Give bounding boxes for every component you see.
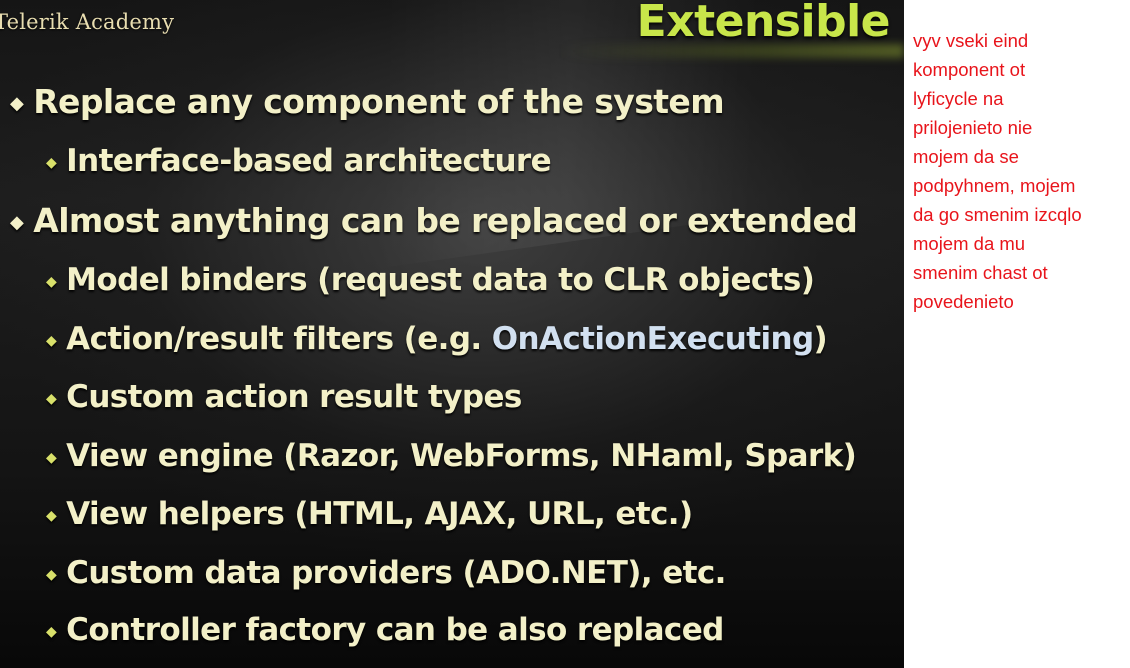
diamond-bullet-icon: ◆	[46, 623, 57, 640]
highlighted-code-text: OnActionExecuting	[491, 321, 814, 357]
sub-bullet-item: ◆ Model binders (request data to CLR obje…	[46, 262, 815, 298]
diamond-bullet-icon: ◆	[46, 273, 57, 290]
speaker-note: vyv vseki eind komponent ot lyficycle na…	[913, 26, 1125, 316]
page: Telerik Academy Extensible ◆ Replace any …	[0, 0, 1130, 668]
sub-bullet-item: ◆ View engine (Razor, WebForms, NHaml, Sp…	[46, 438, 857, 474]
sub-bullet-item: ◆ Interface-based architecture	[46, 143, 552, 179]
diamond-bullet-icon: ◆	[10, 93, 24, 114]
diamond-bullet-icon: ◆	[46, 566, 57, 583]
sub-bullet-item: ◆ Custom action result types	[46, 379, 522, 415]
diamond-bullet-icon: ◆	[46, 449, 57, 466]
bullet-text: Controller factory can be also replaced	[66, 612, 724, 648]
diamond-bullet-icon: ◆	[46, 507, 57, 524]
bullet-item: ◆ Replace any component of the system	[10, 82, 725, 121]
bullet-text: View engine (Razor, WebForms, NHaml, Spa…	[66, 438, 857, 474]
bullet-text: Custom action result types	[66, 379, 522, 415]
diamond-bullet-icon: ◆	[46, 390, 57, 407]
sub-bullet-item: ◆ Action/result filters (e.g. OnActionExe…	[46, 321, 828, 357]
bullet-text: Custom data providers (ADO.NET), etc.	[66, 555, 726, 591]
note-line: komponent ot	[913, 59, 1026, 80]
presentation-slide: Telerik Academy Extensible ◆ Replace any …	[0, 0, 904, 668]
sub-bullet-item: ◆ Controller factory can be also replaced	[46, 612, 724, 648]
note-line: smenim chast ot	[913, 262, 1048, 283]
bullet-item: ◆ Almost anything can be replaced or exte…	[10, 201, 858, 240]
sub-bullet-item: ◆ Custom data providers (ADO.NET), etc.	[46, 555, 726, 591]
bullet-text: Replace any component of the system	[33, 82, 724, 121]
sub-bullet-item: ◆ View helpers (HTML, AJAX, URL, etc.)	[46, 496, 693, 532]
bullet-text: Action/result filters (e.g.	[66, 321, 492, 357]
note-line: povedenieto	[913, 291, 1014, 312]
bullet-text: )	[813, 321, 828, 357]
bullet-text: Interface-based architecture	[66, 143, 552, 179]
note-line: vyv vseki eind	[913, 30, 1029, 51]
bullet-text: Model binders (request data to CLR objec…	[66, 262, 815, 298]
bullet-text: Almost anything can be replaced or exten…	[33, 201, 858, 240]
diamond-bullet-icon: ◆	[10, 212, 24, 233]
diamond-bullet-icon: ◆	[46, 332, 57, 349]
bullet-text: View helpers (HTML, AJAX, URL, etc.)	[66, 496, 693, 532]
diamond-bullet-icon: ◆	[46, 154, 57, 171]
note-line: prilojenieto nie	[913, 117, 1033, 138]
note-line: mojem da se	[913, 146, 1019, 167]
note-line: da go smenim izcqlo	[913, 204, 1082, 225]
note-line: mojem da mu	[913, 233, 1026, 254]
note-line: lyficycle na	[913, 88, 1004, 109]
note-line: podpyhnem, mojem	[913, 175, 1076, 196]
bullet-list: ◆ Replace any component of the system ◆ In…	[0, 0, 904, 668]
